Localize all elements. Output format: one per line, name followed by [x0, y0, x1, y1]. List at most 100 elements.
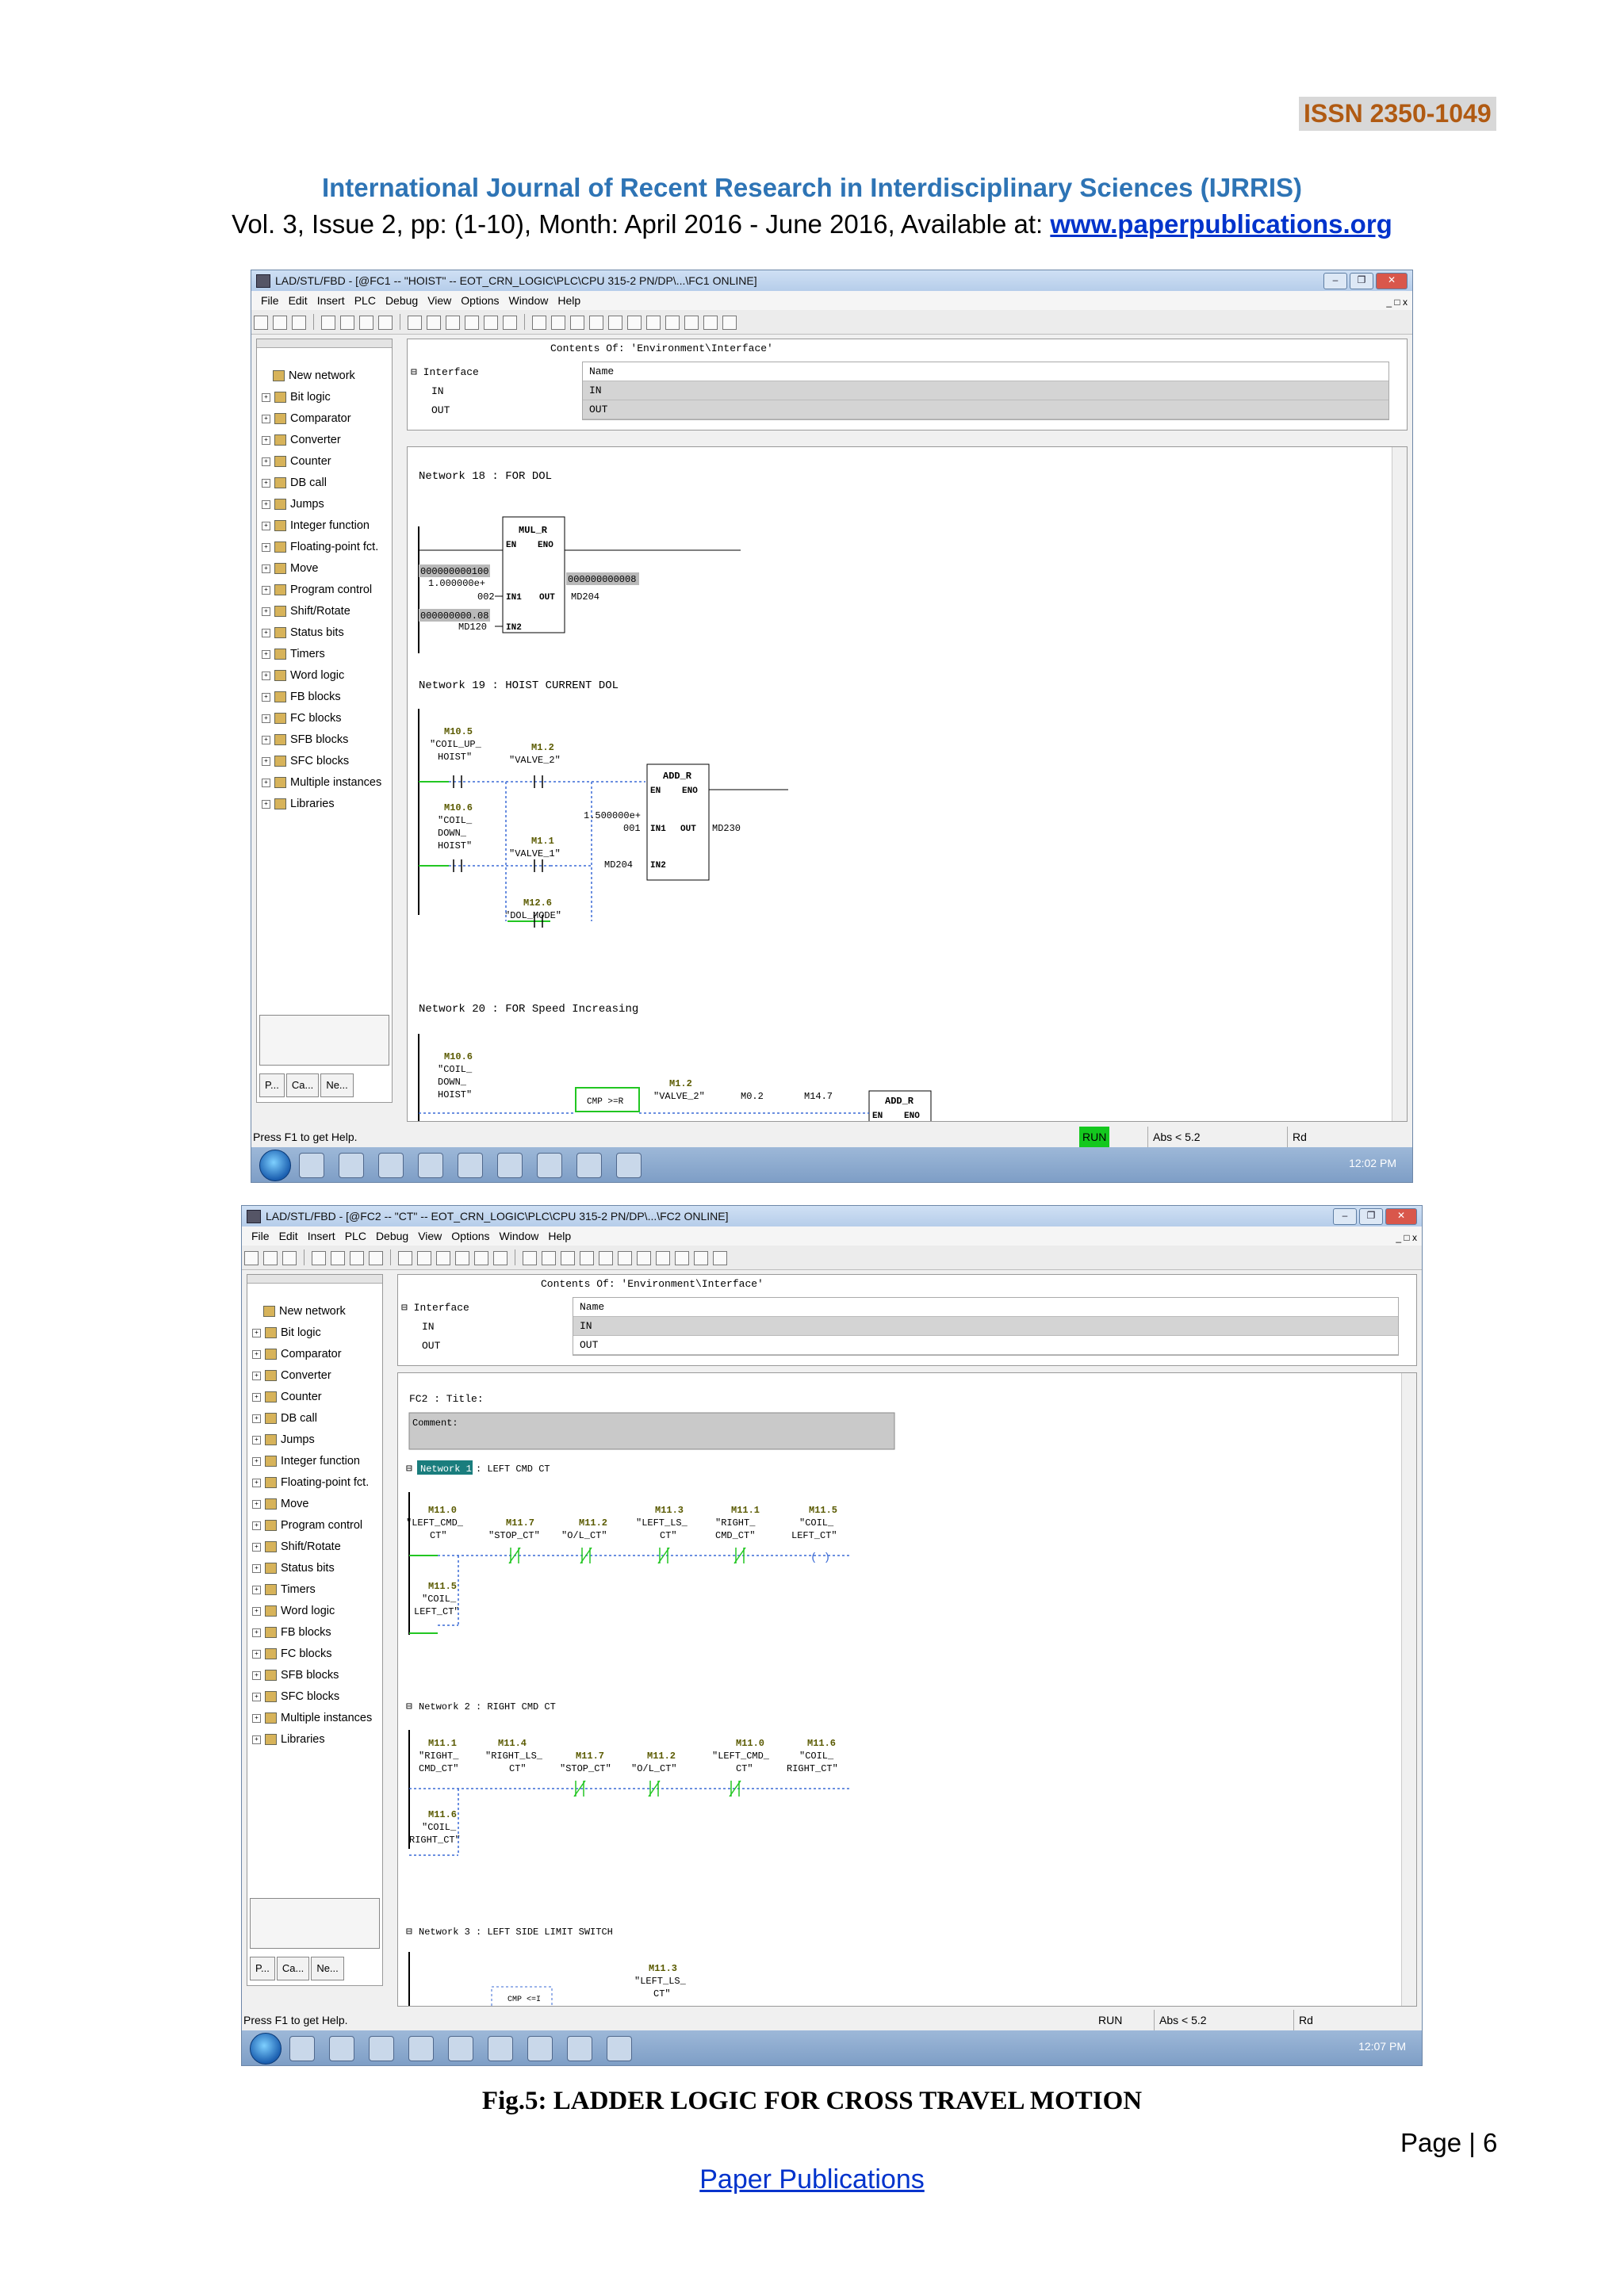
expand-icon[interactable]: + — [262, 799, 270, 809]
menu-file[interactable]: File — [251, 1230, 270, 1242]
expand-icon[interactable]: + — [262, 499, 270, 509]
branch-icon[interactable] — [589, 316, 603, 330]
collapse-icon[interactable]: ⊟ — [406, 1463, 412, 1475]
help-icon[interactable] — [713, 1251, 727, 1265]
catalog-item[interactable]: + Status bits — [257, 622, 392, 644]
grid-row-out[interactable]: OUT — [573, 1336, 1398, 1355]
simatic-icon[interactable] — [448, 2036, 473, 2061]
expand-icon[interactable]: + — [252, 1392, 261, 1402]
catalog-item[interactable]: + Bit logic — [247, 1322, 382, 1344]
open-branch-icon[interactable] — [675, 1251, 689, 1265]
cut-icon[interactable] — [340, 316, 354, 330]
grid-row-in[interactable]: IN — [573, 1317, 1398, 1336]
catalog-item[interactable]: + Integer function — [247, 1451, 382, 1472]
chrome-icon[interactable] — [418, 1153, 443, 1178]
menu-help[interactable]: Help — [557, 294, 580, 307]
undo-icon[interactable] — [398, 1251, 412, 1265]
branch-icon[interactable] — [580, 1251, 594, 1265]
paste-icon[interactable] — [369, 1251, 383, 1265]
catalog-item[interactable]: + Converter — [247, 1365, 382, 1387]
close-button[interactable]: ✕ — [1385, 1208, 1417, 1225]
expand-icon[interactable]: + — [252, 1521, 261, 1530]
expand-icon[interactable]: + — [252, 1563, 261, 1573]
undo-icon[interactable] — [408, 316, 422, 330]
restore-button[interactable]: ❐ — [1350, 273, 1373, 289]
catalog-item[interactable]: + Libraries — [257, 794, 392, 815]
help-icon[interactable] — [722, 316, 737, 330]
menu-view[interactable]: View — [418, 1230, 442, 1242]
new-icon[interactable] — [254, 316, 268, 330]
catalog-item[interactable]: + Multiple instances — [257, 772, 392, 794]
expand-icon[interactable]: + — [262, 607, 270, 616]
catalog-item[interactable]: + SFC blocks — [247, 1686, 382, 1708]
expand-icon[interactable]: + — [262, 756, 270, 766]
comment-box[interactable] — [408, 1412, 895, 1450]
catalog-item[interactable]: + Timers — [247, 1579, 382, 1601]
expand-icon[interactable]: + — [252, 1628, 261, 1637]
catalog-item[interactable]: + Word logic — [247, 1601, 382, 1622]
ie-icon[interactable] — [299, 1153, 324, 1178]
copy-icon[interactable] — [359, 316, 373, 330]
nc-contact-icon[interactable] — [618, 1251, 632, 1265]
expand-icon[interactable]: + — [252, 1542, 261, 1552]
expand-icon[interactable]: + — [262, 585, 270, 595]
catalog-item[interactable]: + Jumps — [257, 494, 392, 515]
app-icon[interactable] — [497, 1153, 523, 1178]
open-icon[interactable] — [263, 1251, 278, 1265]
copy-icon[interactable] — [350, 1251, 364, 1265]
catalog-item[interactable]: + Move — [247, 1494, 382, 1515]
collapse-icon[interactable]: ⊟ — [406, 1701, 412, 1712]
expand-icon[interactable]: + — [252, 1585, 261, 1594]
expand-icon[interactable]: + — [252, 1371, 261, 1380]
overview-icon[interactable] — [523, 1251, 537, 1265]
mdi-controls[interactable]: _ □ x — [1396, 1228, 1417, 1247]
catalog-item[interactable]: + Converter — [257, 430, 392, 451]
open-branch-icon[interactable] — [684, 316, 699, 330]
menu-view[interactable]: View — [427, 294, 451, 307]
glasses-icon[interactable] — [493, 1251, 508, 1265]
catalog-icon[interactable] — [542, 1251, 556, 1265]
menu-edit[interactable]: Edit — [279, 1230, 298, 1242]
overview-icon[interactable] — [532, 316, 546, 330]
save-icon[interactable] — [292, 316, 306, 330]
catalog-item[interactable]: + FB blocks — [247, 1622, 382, 1644]
ie-icon[interactable] — [289, 2036, 315, 2061]
cut-icon[interactable] — [331, 1251, 345, 1265]
catalog-item[interactable]: + Move — [257, 558, 392, 580]
simatic-icon[interactable] — [458, 1153, 483, 1178]
expand-icon[interactable]: + — [252, 1328, 261, 1337]
catalog-item[interactable]: + Comparator — [247, 1344, 382, 1365]
tab-catalog[interactable]: Ca... — [276, 1957, 310, 1980]
tree-root[interactable]: ⊟ Interface — [411, 363, 479, 382]
menu-help[interactable]: Help — [548, 1230, 571, 1242]
lad-icon[interactable] — [576, 1153, 602, 1178]
expand-icon[interactable]: + — [262, 628, 270, 637]
media-player-icon[interactable] — [339, 1153, 364, 1178]
expand-icon[interactable]: + — [252, 1435, 261, 1445]
open-icon[interactable] — [273, 316, 287, 330]
expand-icon[interactable]: + — [262, 542, 270, 552]
menu-insert[interactable]: Insert — [308, 1230, 335, 1242]
new-icon[interactable] — [244, 1251, 259, 1265]
minimize-button[interactable]: – — [1333, 1208, 1357, 1225]
catalog-item[interactable]: + Program control — [257, 580, 392, 601]
catalog-item[interactable]: + Jumps — [247, 1429, 382, 1451]
footer-link[interactable]: Paper Publications — [699, 2164, 925, 2195]
close-branch-icon[interactable] — [703, 316, 718, 330]
tab-catalog[interactable]: Ca... — [285, 1073, 320, 1097]
menu-plc[interactable]: PLC — [345, 1230, 366, 1242]
expand-icon[interactable]: + — [252, 1713, 261, 1723]
expand-icon[interactable]: + — [252, 1456, 261, 1466]
expand-icon[interactable]: + — [252, 1414, 261, 1423]
tree-item-out[interactable]: OUT — [401, 1337, 469, 1356]
expand-icon[interactable]: + — [262, 692, 270, 702]
catalog-item[interactable]: + SFB blocks — [247, 1665, 382, 1686]
expand-icon[interactable] — [252, 1308, 259, 1315]
expand-icon[interactable]: + — [262, 714, 270, 723]
catalog-item[interactable]: New network — [247, 1301, 382, 1322]
catalog-item[interactable]: + Bit logic — [257, 387, 392, 408]
save-icon[interactable] — [282, 1251, 297, 1265]
app-icon[interactable] — [527, 2036, 553, 2061]
app-icon[interactable] — [537, 1153, 562, 1178]
expand-icon[interactable]: + — [262, 414, 270, 423]
